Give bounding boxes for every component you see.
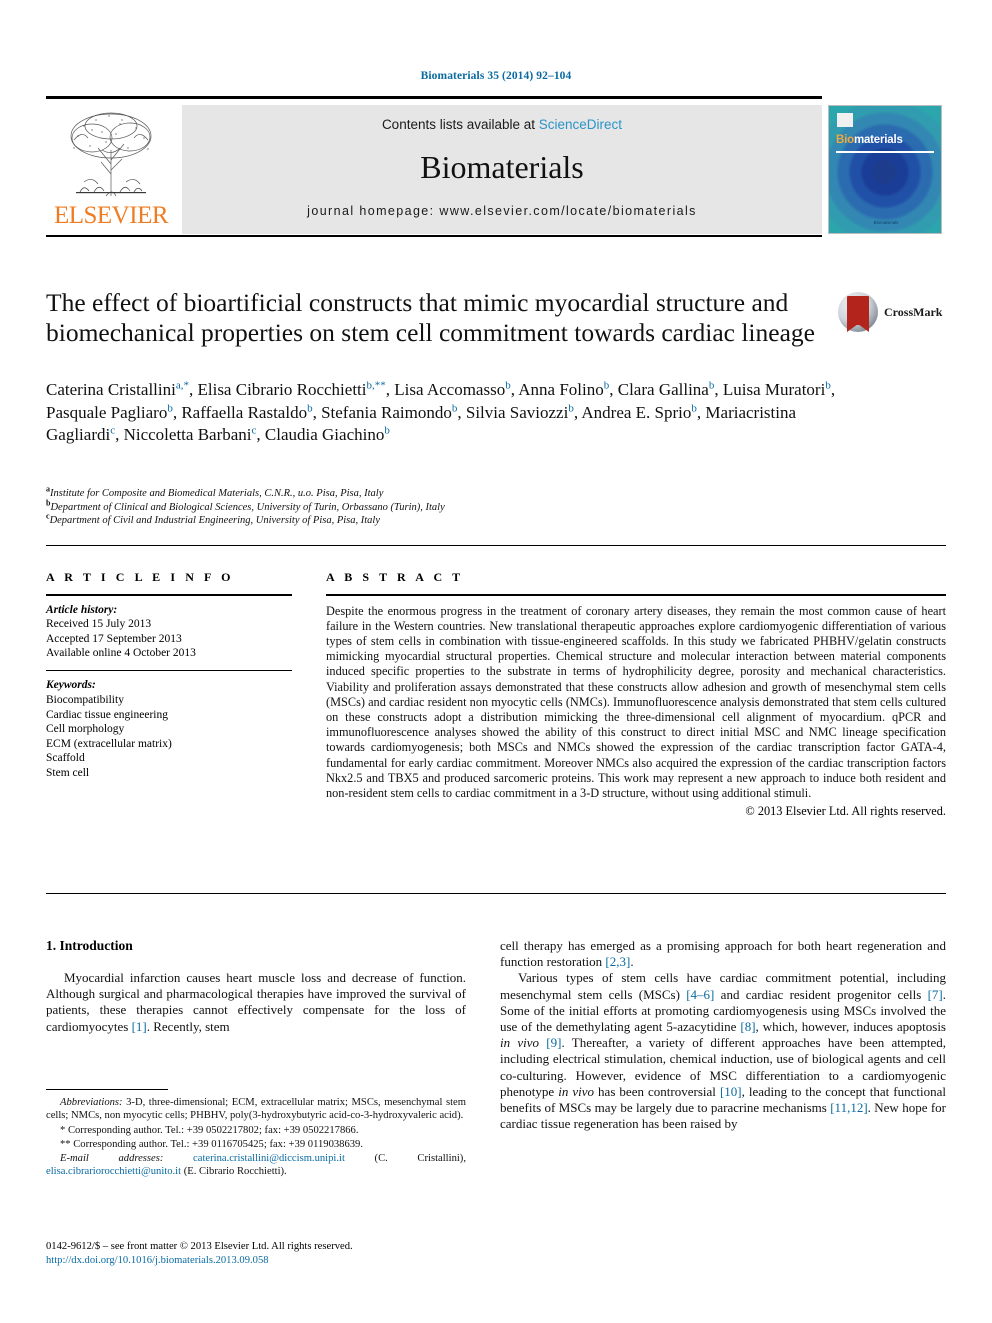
crossmark-badge[interactable]: CrossMark [838, 292, 946, 336]
keyword-item: Stem cell [46, 766, 90, 779]
elsevier-logo: ELSEVIER [48, 104, 174, 232]
sciencedirect-link[interactable]: ScienceDirect [539, 117, 622, 132]
affiliation-item: bDepartment of Clinical and Biological S… [46, 499, 846, 515]
affiliation-list: aInstitute for Composite and Biomedical … [46, 485, 846, 528]
keyword-item: Cell morphology [46, 723, 125, 736]
contents-prefix: Contents lists available at [381, 117, 539, 132]
masthead-top-rule [46, 96, 822, 99]
intro-paragraph-right-1: cell therapy has emerged as a promising … [500, 938, 946, 970]
running-head: Biomaterials 35 (2014) 92–104 [420, 70, 572, 82]
email-addresses-label: E-mail addresses: [60, 1153, 164, 1165]
footnote-corresponding-2: ** Corresponding author. Tel.: +39 01167… [60, 1138, 364, 1150]
journal-masthead: ELSEVIER Contents lists available at Sci… [46, 96, 946, 238]
cover-title: Biomaterials [836, 134, 903, 146]
body-column-right: cell therapy has emerged as a promising … [500, 938, 946, 1132]
journal-homepage-link[interactable]: journal homepage: www.elsevier.com/locat… [182, 204, 822, 218]
abstract-section: A B S T R A C T Despite the enormous pro… [326, 570, 946, 819]
affiliation-text: Department of Civil and Industrial Engin… [49, 515, 380, 526]
keyword-item: Cardiac tissue engineering [46, 708, 168, 721]
cover-title-bio: Bio [836, 134, 854, 146]
cover-title-materials: materials [853, 134, 903, 146]
cover-publisher-badge [837, 113, 853, 127]
info-block-bottom-rule [46, 893, 946, 894]
front-matter-line: 0142-9612/$ – see front matter © 2013 El… [46, 1241, 353, 1252]
elsevier-wordmark: ELSEVIER [53, 202, 169, 229]
article-info-rule [46, 594, 292, 596]
keywords-label: Keywords: [46, 679, 96, 692]
info-block-top-rule [46, 545, 946, 546]
keyword-item: Biocompatibility [46, 693, 124, 706]
author-list: Caterina Cristallinia,*, Elisa Cibrario … [46, 379, 836, 444]
elsevier-tree-icon [54, 104, 168, 202]
article-info-heading: A R T I C L E I N F O [46, 570, 235, 584]
history-received: Received 15 July 2013 [46, 618, 152, 631]
section-heading-introduction: 1. Introduction [46, 938, 133, 953]
affiliation-text: Institute for Composite and Biomedical M… [50, 488, 384, 499]
crossmark-label: CrossMark [884, 305, 943, 319]
article-history-label: Article history: [46, 603, 118, 616]
article-history: Article history: Received 15 July 2013 A… [46, 603, 292, 661]
intro-paragraph-right-2: Various types of stem cells have cardiac… [500, 970, 947, 1132]
footnote-corresponding-1: * Corresponding author. Tel.: +39 050221… [60, 1124, 359, 1136]
affiliation-item: aInstitute for Composite and Biomedical … [46, 485, 846, 501]
footnote-emails: E-mail addresses: caterina.cristallini@d… [46, 1152, 466, 1179]
cover-footer-text: Biomaterials [873, 220, 899, 225]
sciencedirect-band: Contents lists available at ScienceDirec… [182, 105, 822, 234]
journal-title: Biomaterials [420, 149, 584, 185]
abstract-copyright: © 2013 Elsevier Ltd. All rights reserved… [745, 804, 946, 819]
history-accepted: Accepted 17 September 2013 [46, 632, 182, 645]
keywords-rule [46, 669, 292, 672]
email-link-1[interactable]: caterina.cristallini@diccism.unipi.it [193, 1153, 345, 1164]
footnotes-section: Abbreviations: 3-D, three-dimensional; E… [46, 1096, 466, 1180]
journal-cover-thumbnail: Biomaterials Biomaterials [828, 105, 942, 234]
crossmark-book-shape [847, 296, 869, 332]
email-owner-1: (C. Cristallini), [374, 1153, 466, 1165]
page-title: The effect of bioartificial constructs t… [46, 288, 815, 347]
abstract-heading: A B S T R A C T [326, 570, 464, 584]
email-owner-2: (E. Cibrario Rocchietti). [183, 1166, 287, 1178]
affiliation-text: Department of Clinical and Biological Sc… [50, 501, 445, 513]
keywords-block: Keywords: Biocompatibility Cardiac tissu… [46, 678, 292, 780]
cover-title-underline [836, 151, 934, 153]
intro-paragraph-left: Myocardial infarction causes heart muscl… [46, 970, 466, 1034]
history-available: Available online 4 October 2013 [46, 647, 196, 660]
article-info-section: A R T I C L E I N F O Article history: R… [46, 570, 292, 781]
affiliation-item: cDepartment of Civil and Industrial Engi… [46, 512, 846, 528]
article-page: Biomaterials 35 (2014) 92–104 ELSEVIER C… [0, 0, 992, 1323]
email-link-2[interactable]: elisa.cibrariorocchietti@unito.it [46, 1166, 181, 1177]
footnote-abbreviations: Abbreviations: 3-D, three-dimensional; E… [46, 1097, 466, 1122]
keyword-item: ECM (extracellular matrix) [46, 737, 172, 750]
imprint-section: 0142-9612/$ – see front matter © 2013 El… [46, 1240, 506, 1267]
body-column-left: 1. Introduction Myocardial infarction ca… [46, 938, 466, 1035]
contents-line: Contents lists available at ScienceDirec… [182, 117, 822, 132]
abstract-text: Despite the enormous progress in the tre… [326, 603, 946, 800]
masthead-bottom-rule [46, 235, 822, 237]
abstract-rule [326, 594, 946, 596]
keyword-item: Scaffold [46, 752, 85, 765]
footnote-separator-rule [46, 1089, 168, 1090]
crossmark-icon [838, 292, 878, 332]
doi-link[interactable]: http://dx.doi.org/10.1016/j.biomaterials… [46, 1254, 506, 1268]
